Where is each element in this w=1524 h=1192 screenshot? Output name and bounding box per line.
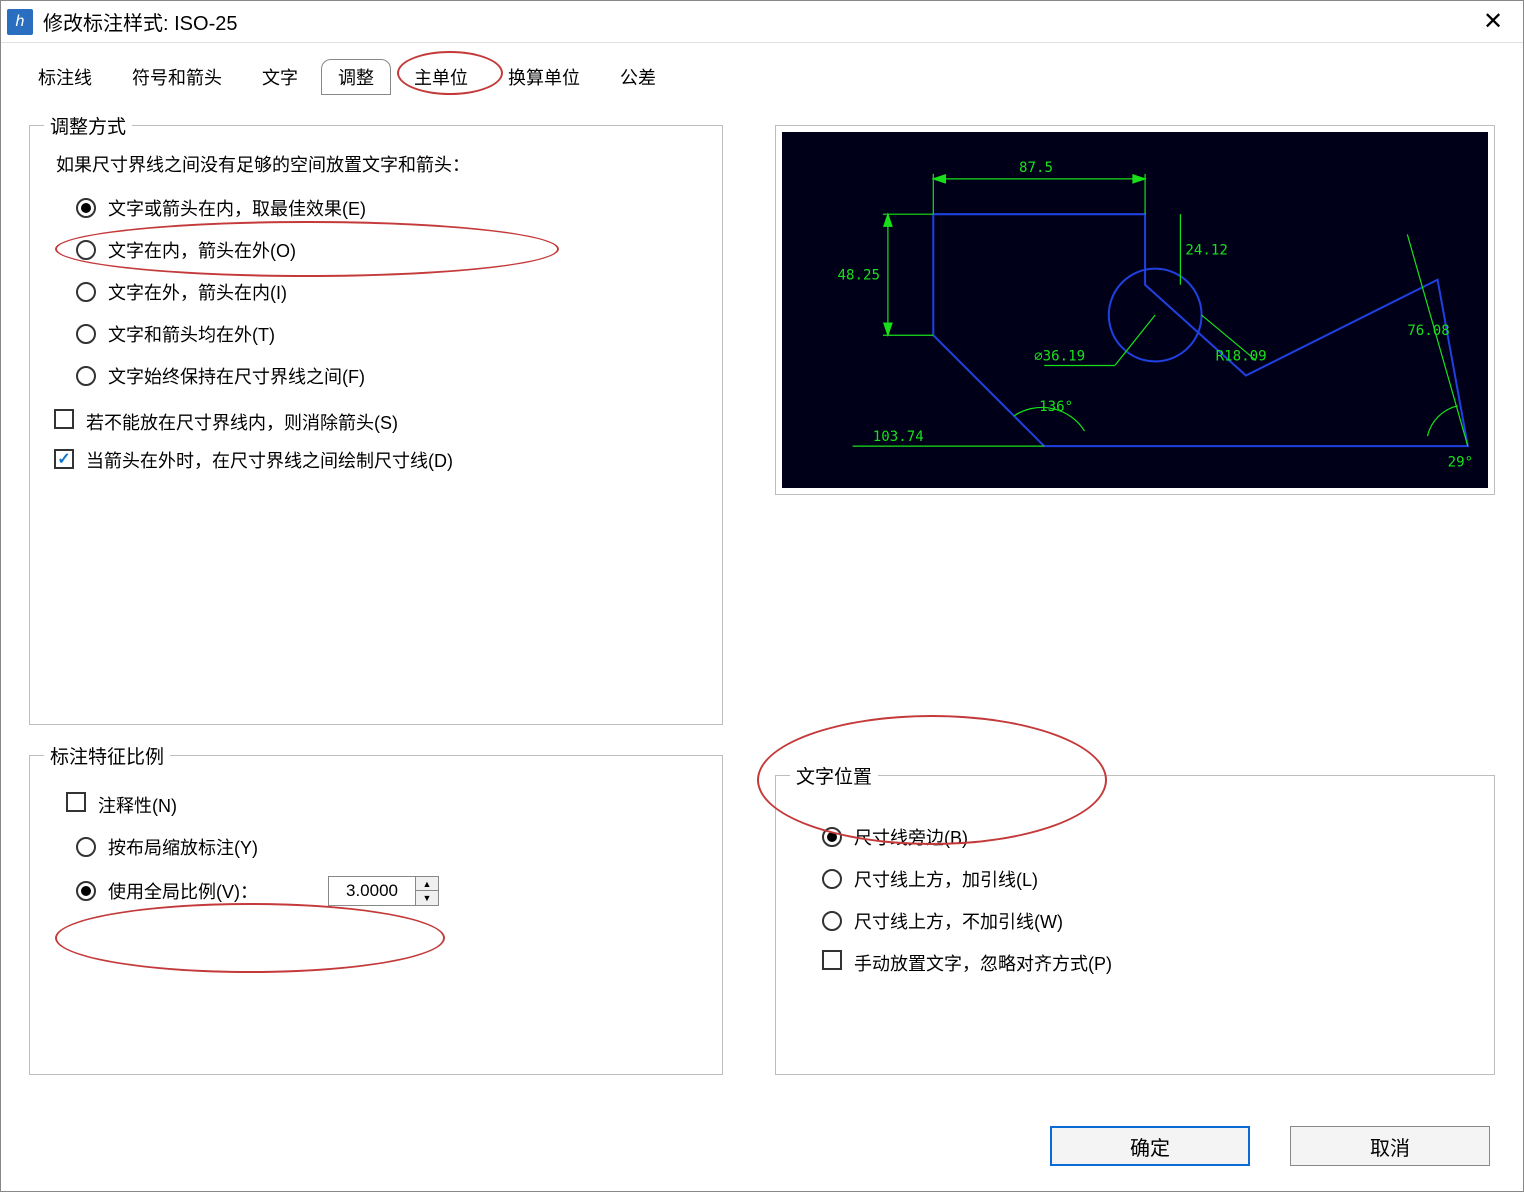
- preview-dia: ⌀36.19: [1034, 348, 1085, 364]
- spinner-up-icon[interactable]: ▲: [416, 877, 438, 891]
- radio-label: 文字始终保持在尺寸界线之间(F): [108, 363, 365, 389]
- tab-fit[interactable]: 调整: [321, 59, 391, 95]
- radio-label: 文字在外，箭头在内(I): [108, 279, 287, 305]
- ok-button[interactable]: 确定: [1050, 1126, 1250, 1166]
- tab-text[interactable]: 文字: [245, 59, 315, 95]
- radio-above-no-leader[interactable]: 尺寸线上方，不加引线(W): [822, 908, 1478, 934]
- radio-above-with-leader[interactable]: 尺寸线上方，加引线(L): [822, 866, 1478, 892]
- preview-angle1: 136°: [1039, 399, 1073, 415]
- titlebar: h 修改标注样式: ISO-25 ✕: [1, 1, 1523, 43]
- checkbox-icon: [66, 792, 86, 812]
- preview-dim-left: 48.25: [837, 268, 879, 284]
- tab-tolerances[interactable]: 公差: [603, 59, 673, 95]
- checkbox-icon: [822, 950, 842, 970]
- check-annotative[interactable]: 注释性(N): [66, 792, 706, 818]
- radio-beside-dimline[interactable]: 尺寸线旁边(B): [822, 824, 1478, 850]
- checkbox-label: 注释性(N): [98, 792, 177, 818]
- radio-icon: [822, 869, 842, 889]
- app-icon: h: [7, 9, 33, 35]
- preview-rad: R18.09: [1216, 348, 1267, 364]
- radio-best-fit[interactable]: 文字或箭头在内，取最佳效果(E): [76, 195, 706, 221]
- preview-dim-right: 76.08: [1407, 323, 1449, 339]
- tab-alt-units[interactable]: 换算单位: [491, 59, 597, 95]
- radio-icon: [76, 240, 96, 260]
- checkbox-label: 手动放置文字，忽略对齐方式(P): [854, 950, 1112, 976]
- global-scale-input[interactable]: [329, 877, 415, 905]
- checkbox-icon: [54, 449, 74, 469]
- radio-text-in[interactable]: 文字在内，箭头在外(O): [76, 237, 706, 263]
- check-place-manually[interactable]: 手动放置文字，忽略对齐方式(P): [822, 950, 1478, 976]
- checkbox-label: 若不能放在尺寸界线内，则消除箭头(S): [86, 409, 398, 435]
- global-scale-spinner[interactable]: ▲ ▼: [328, 876, 439, 906]
- preview-dim-mid: 24.12: [1185, 243, 1227, 259]
- dialog-buttons: 确定 取消: [1050, 1126, 1490, 1166]
- close-icon[interactable]: ✕: [1473, 7, 1513, 36]
- spinner-down-icon[interactable]: ▼: [416, 891, 438, 905]
- group-fit-options: 调整方式 如果尺寸界线之间没有足够的空间放置文字和箭头： 文字或箭头在内，取最佳…: [29, 125, 723, 725]
- window-title: 修改标注样式: ISO-25: [43, 7, 1473, 36]
- radio-icon: [822, 911, 842, 931]
- dimension-preview: 87.5 48.25 24.12 76.08 ⌀36.19 R18.09 103…: [782, 132, 1488, 488]
- radio-label: 按布局缩放标注(Y): [108, 834, 258, 860]
- radio-icon: [76, 366, 96, 386]
- radio-label: 文字或箭头在内，取最佳效果(E): [108, 195, 366, 221]
- preview-angle2: 29°: [1448, 454, 1473, 470]
- cancel-button[interactable]: 取消: [1290, 1126, 1490, 1166]
- group-preview: 87.5 48.25 24.12 76.08 ⌀36.19 R18.09 103…: [775, 125, 1495, 495]
- group-title-textpos: 文字位置: [790, 762, 878, 789]
- radio-label: 文字和箭头均在外(T): [108, 321, 275, 347]
- dimstyle-fit-dialog: h 修改标注样式: ISO-25 ✕ 标注线 符号和箭头 文字 调整 主单位 换…: [0, 0, 1524, 1192]
- tabstrip: 标注线 符号和箭头 文字 调整 主单位 换算单位 公差: [1, 43, 1523, 95]
- radio-icon: [76, 837, 96, 857]
- group-text-position: 文字位置 尺寸线旁边(B) 尺寸线上方，加引线(L) 尺寸线上方，不加引线(W)…: [775, 775, 1495, 1075]
- tab-primary-units[interactable]: 主单位: [397, 59, 485, 95]
- radio-label: 文字在内，箭头在外(O): [108, 237, 296, 263]
- radio-icon: [76, 198, 96, 218]
- radio-label: 尺寸线上方，不加引线(W): [854, 908, 1063, 934]
- tab-symbols-arrows[interactable]: 符号和箭头: [115, 59, 239, 95]
- radio-label: 尺寸线旁边(B): [854, 824, 968, 850]
- radio-keep-between[interactable]: 文字始终保持在尺寸界线之间(F): [76, 363, 706, 389]
- check-draw-dimline[interactable]: 当箭头在外时，在尺寸界线之间绘制尺寸线(D): [54, 449, 706, 474]
- preview-len: 103.74: [873, 429, 924, 445]
- radio-text-out[interactable]: 文字在外，箭头在内(I): [76, 279, 706, 305]
- radio-icon: [76, 324, 96, 344]
- radio-icon: [822, 827, 842, 847]
- radio-icon: [76, 282, 96, 302]
- radio-label: 使用全局比例(V)：: [108, 878, 258, 904]
- tab-dimension-lines[interactable]: 标注线: [21, 59, 109, 95]
- radio-layout-scale[interactable]: 按布局缩放标注(Y): [76, 834, 706, 860]
- preview-dim-top: 87.5: [1019, 160, 1053, 176]
- group-dim-scale: 标注特征比例 注释性(N) 按布局缩放标注(Y) 使用全局比例(V)： ▲ ▼: [29, 755, 723, 1075]
- radio-icon: [76, 881, 96, 901]
- checkbox-icon: [54, 409, 74, 429]
- radio-both-out[interactable]: 文字和箭头均在外(T): [76, 321, 706, 347]
- checkbox-label: 当箭头在外时，在尺寸界线之间绘制尺寸线(D): [86, 449, 453, 474]
- group-title-fit: 调整方式: [44, 112, 132, 139]
- check-suppress-arrows[interactable]: 若不能放在尺寸界线内，则消除箭头(S): [54, 409, 706, 435]
- group-title-scale: 标注特征比例: [44, 742, 170, 769]
- dialog-body: 调整方式 如果尺寸界线之间没有足够的空间放置文字和箭头： 文字或箭头在内，取最佳…: [1, 95, 1523, 1095]
- radio-label: 尺寸线上方，加引线(L): [854, 866, 1038, 892]
- fit-lead-text: 如果尺寸界线之间没有足够的空间放置文字和箭头：: [56, 152, 696, 179]
- radio-global-scale[interactable]: 使用全局比例(V)： ▲ ▼: [76, 876, 706, 906]
